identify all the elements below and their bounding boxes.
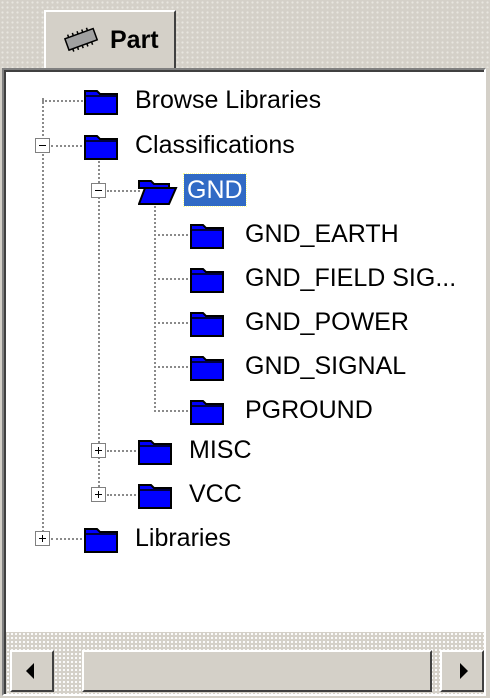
folder-closed-icon xyxy=(84,524,120,554)
tree-line xyxy=(107,494,140,496)
tree-item-label: MISC xyxy=(189,436,252,464)
tab-part[interactable]: Part xyxy=(44,10,176,70)
tree-item-label-selected: GND xyxy=(183,173,247,207)
folder-closed-icon xyxy=(190,352,226,382)
tree-item-label: GND_POWER xyxy=(245,308,409,336)
tree-line xyxy=(154,410,192,412)
arrow-left-icon xyxy=(26,663,34,679)
part-chip-icon xyxy=(60,26,104,57)
folder-open-icon xyxy=(137,176,178,206)
tab-strip: Part xyxy=(0,0,490,70)
tree-line xyxy=(42,100,86,102)
collapse-minus-icon[interactable] xyxy=(91,183,106,198)
tree-item-label: Classifications xyxy=(135,131,295,159)
tree-line xyxy=(51,538,86,540)
horizontal-scrollbar[interactable] xyxy=(6,632,484,694)
tree-item-label: GND_SIGNAL xyxy=(245,352,407,380)
tree-line xyxy=(51,145,86,147)
tree-item-label: Browse Libraries xyxy=(135,86,322,114)
tree-panel: Browse Libraries Classifications GND GND… xyxy=(2,68,486,696)
folder-closed-icon xyxy=(138,480,174,510)
folder-closed-icon xyxy=(190,220,226,250)
tree-item-label: GND_EARTH xyxy=(245,220,399,248)
folder-closed-icon xyxy=(190,396,226,426)
collapse-minus-icon[interactable] xyxy=(35,138,50,153)
scroll-thumb[interactable] xyxy=(82,650,432,692)
tree-line xyxy=(107,190,140,192)
tree-item-label: PGROUND xyxy=(245,396,373,424)
tree-item-label: Libraries xyxy=(135,524,231,552)
expand-plus-icon[interactable] xyxy=(35,531,50,546)
tree-line xyxy=(154,190,156,412)
tab-part-label: Part xyxy=(110,26,159,54)
tree-line xyxy=(42,98,44,540)
arrow-right-icon xyxy=(460,663,468,679)
tree-item-label: VCC xyxy=(189,480,242,508)
expand-plus-icon[interactable] xyxy=(91,443,106,458)
scroll-left-button[interactable] xyxy=(10,650,54,692)
tree-line xyxy=(107,450,140,452)
folder-closed-icon xyxy=(138,436,174,466)
tree-panel-inset: Browse Libraries Classifications GND GND… xyxy=(4,70,484,694)
tree-line xyxy=(154,234,192,236)
tree-line xyxy=(154,278,192,280)
folder-closed-icon xyxy=(84,131,120,161)
tree-view[interactable]: Browse Libraries Classifications GND GND… xyxy=(6,72,484,632)
scroll-right-button[interactable] xyxy=(440,650,484,692)
tree-item-label: GND_FIELD SIG... xyxy=(245,264,457,292)
tree-line xyxy=(154,322,192,324)
folder-closed-icon xyxy=(190,308,226,338)
expand-plus-icon[interactable] xyxy=(91,487,106,502)
folder-closed-icon xyxy=(190,264,226,294)
folder-closed-icon xyxy=(84,86,120,116)
tree-line xyxy=(154,366,192,368)
